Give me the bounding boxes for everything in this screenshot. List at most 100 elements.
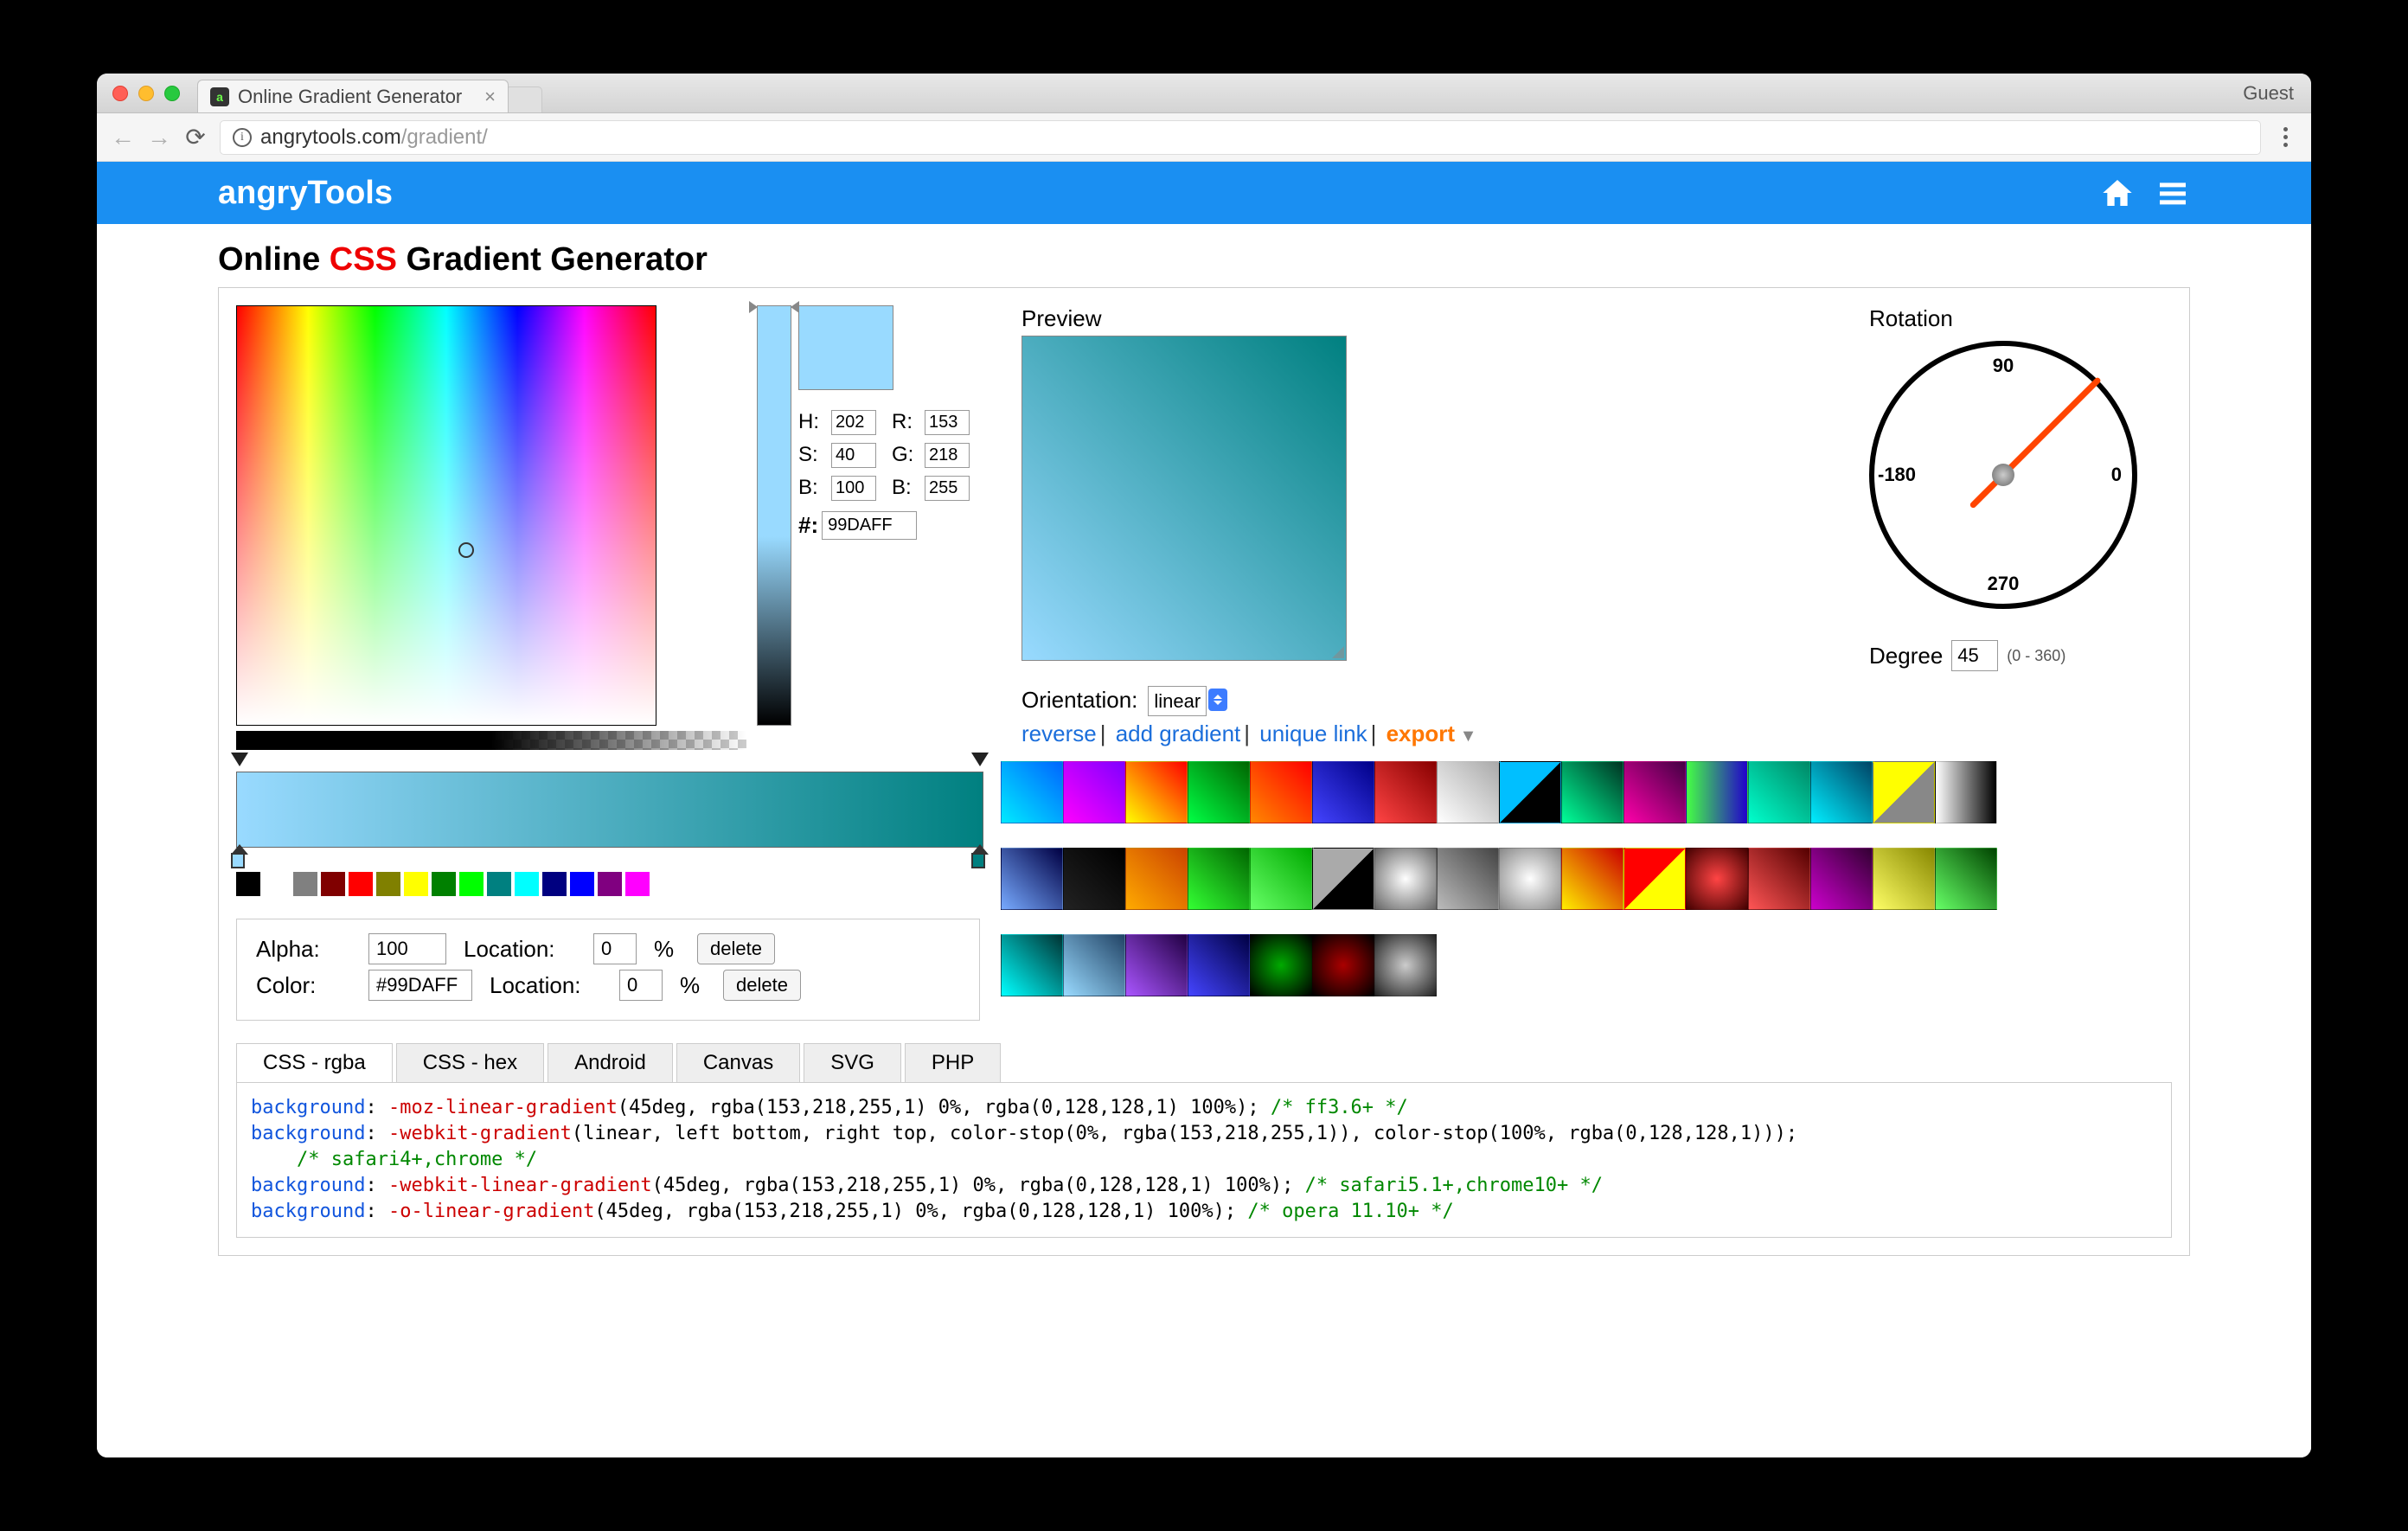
export-link[interactable]: export [1387,721,1477,746]
code-output[interactable]: background: -moz-linear-gradient(45deg, … [236,1082,2172,1238]
degree-input[interactable] [1951,640,1998,671]
preset-swatch[interactable] [1935,848,1997,910]
s-input[interactable] [831,443,876,468]
orientation-select[interactable]: linear [1148,686,1207,716]
preset-swatch[interactable] [1374,761,1437,823]
preset-swatch[interactable] [1374,848,1437,910]
preset-swatch[interactable] [1686,848,1748,910]
palette-swatch[interactable] [321,872,345,896]
minimize-window-icon[interactable] [138,86,154,101]
palette-swatch[interactable] [542,872,567,896]
hamburger-menu-icon[interactable] [2155,176,2190,210]
preset-swatch[interactable] [1063,761,1125,823]
browser-menu-icon[interactable] [2273,127,2297,147]
preset-swatch[interactable] [1001,761,1063,823]
preset-swatch[interactable] [1063,934,1125,996]
preset-swatch[interactable] [1748,761,1810,823]
preset-swatch[interactable] [1810,761,1873,823]
palette-swatch[interactable] [404,872,428,896]
alpha-strip[interactable] [236,731,746,750]
code-tab[interactable]: PHP [905,1043,1001,1082]
preset-swatch[interactable] [1188,848,1250,910]
preset-swatch[interactable] [1001,848,1063,910]
palette-swatch[interactable] [625,872,650,896]
preset-swatch[interactable] [1125,761,1188,823]
stop-handle-bottom[interactable] [971,853,989,870]
close-window-icon[interactable] [112,86,128,101]
gradient-editor[interactable] [236,772,983,848]
v-input[interactable] [831,476,876,501]
hex-input[interactable] [822,511,917,540]
r-input[interactable] [925,410,970,435]
slider-handle-icon[interactable] [791,301,799,313]
preset-swatch[interactable] [1250,848,1312,910]
preset-swatch[interactable] [1873,848,1935,910]
preset-swatch[interactable] [1250,761,1312,823]
picker-cursor-icon[interactable] [458,542,474,558]
gradient-bar[interactable] [236,772,983,848]
preset-swatch[interactable] [1312,848,1374,910]
preset-swatch[interactable] [1125,848,1188,910]
color-picker-canvas[interactable] [236,305,656,726]
close-tab-icon[interactable]: × [484,86,496,108]
reverse-link[interactable]: reverse [1021,721,1097,746]
b-input[interactable] [925,476,970,501]
preset-swatch[interactable] [1748,848,1810,910]
palette-swatch[interactable] [376,872,400,896]
gradient-preview[interactable] [1021,336,1347,661]
preset-swatch[interactable] [1935,761,1997,823]
site-info-icon[interactable]: i [233,128,252,147]
add-gradient-link[interactable]: add gradient [1116,721,1241,746]
preset-swatch[interactable] [1623,761,1686,823]
preset-swatch[interactable] [1873,761,1935,823]
location-input[interactable] [619,970,663,1001]
forward-button[interactable]: → [147,125,171,150]
palette-swatch[interactable] [293,872,317,896]
palette-swatch[interactable] [432,872,456,896]
preset-swatch[interactable] [1312,761,1374,823]
preset-swatch[interactable] [1499,761,1561,823]
stop-handle-top[interactable] [231,753,248,770]
dial-needle-icon[interactable] [1969,376,2101,509]
reload-button[interactable]: ⟳ [183,125,208,150]
preset-swatch[interactable] [1312,934,1374,996]
preset-swatch[interactable] [1125,934,1188,996]
rotation-dial[interactable]: 90 0 270 -180 [1869,341,2137,609]
url-input[interactable]: i angrytools.com/gradient/ [220,120,2261,155]
code-tab[interactable]: CSS - rgba [236,1043,393,1082]
preset-swatch[interactable] [1063,848,1125,910]
preset-swatch[interactable] [1810,848,1873,910]
brightness-slider[interactable] [757,305,791,726]
preset-swatch[interactable] [1374,934,1437,996]
delete-button[interactable]: delete [723,970,801,1001]
preset-swatch[interactable] [1561,848,1623,910]
palette-swatch[interactable] [598,872,622,896]
preset-swatch[interactable] [1188,934,1250,996]
palette-swatch[interactable] [236,872,260,896]
palette-swatch[interactable] [459,872,484,896]
code-tab[interactable]: CSS - hex [396,1043,544,1082]
location-input[interactable] [593,933,637,964]
color-input[interactable] [368,970,472,1001]
g-input[interactable] [925,443,970,468]
preset-swatch[interactable] [1001,934,1063,996]
site-logo[interactable]: angryTools [218,175,393,212]
preset-swatch[interactable] [1250,934,1312,996]
preset-swatch[interactable] [1437,761,1499,823]
select-arrow-icon[interactable] [1208,689,1227,711]
palette-swatch[interactable] [570,872,594,896]
delete-button[interactable]: delete [697,933,775,964]
preset-swatch[interactable] [1561,761,1623,823]
h-input[interactable] [831,410,876,435]
back-button[interactable]: ← [111,125,135,150]
slider-handle-icon[interactable] [749,301,758,313]
preset-swatch[interactable] [1686,761,1748,823]
code-tab[interactable]: Android [548,1043,673,1082]
code-tab[interactable]: SVG [804,1043,901,1082]
home-icon[interactable] [2100,176,2135,210]
browser-tab[interactable]: a Online Gradient Generator × [197,80,509,112]
unique-link[interactable]: unique link [1259,721,1367,746]
stop-handle-top[interactable] [971,753,989,770]
profile-label[interactable]: Guest [2243,82,2294,105]
palette-swatch[interactable] [487,872,511,896]
